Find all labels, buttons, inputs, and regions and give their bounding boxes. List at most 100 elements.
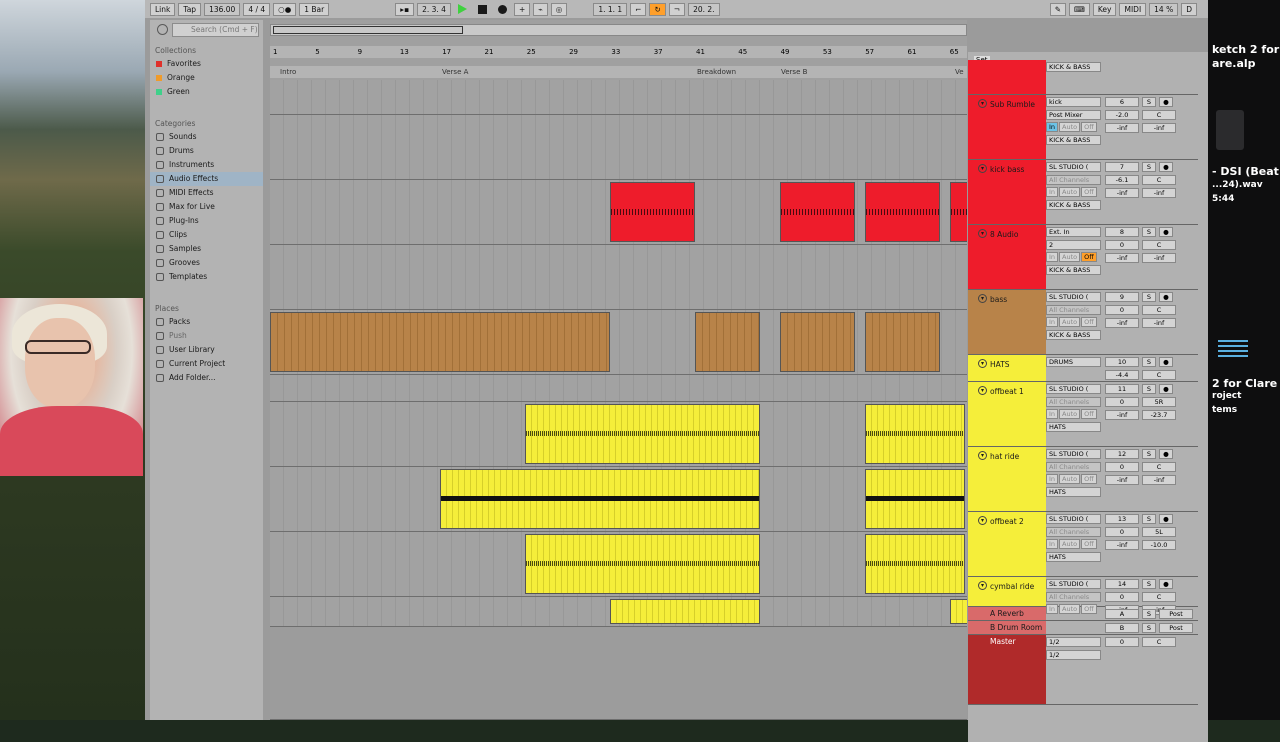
- pan-field[interactable]: C: [1142, 175, 1176, 185]
- stop-icon[interactable]: [477, 4, 487, 14]
- input-channel-dropdown[interactable]: All Channels: [1046, 304, 1101, 315]
- fold-icon[interactable]: ▾: [978, 99, 987, 108]
- category-item[interactable]: Templates: [150, 270, 263, 284]
- solo-button[interactable]: S: [1142, 227, 1156, 237]
- desktop-file-label[interactable]: 2 for Clare: [1212, 377, 1277, 390]
- output-dropdown[interactable]: KICK & BASS: [1046, 199, 1101, 210]
- project-folder-icon[interactable]: [1218, 340, 1248, 360]
- midi-clip[interactable]: [695, 312, 760, 372]
- fold-icon[interactable]: ▾: [978, 516, 987, 525]
- audio-clip[interactable]: [440, 469, 760, 529]
- audio-clip[interactable]: [950, 599, 967, 624]
- return-name[interactable]: B Drum Room: [990, 623, 1042, 632]
- track-lane[interactable]: [270, 532, 967, 597]
- arm-button[interactable]: ●: [1159, 97, 1173, 107]
- fold-icon[interactable]: ▾: [978, 164, 987, 173]
- output-dropdown[interactable]: HATS: [1046, 486, 1101, 497]
- audio-clip[interactable]: [780, 182, 855, 242]
- solo-button[interactable]: S: [1142, 609, 1156, 619]
- solo-button[interactable]: S: [1142, 514, 1156, 524]
- pan-field[interactable]: C: [1142, 240, 1176, 250]
- track-name[interactable]: cymbal ride: [990, 582, 1034, 591]
- category-item[interactable]: Max for Live: [150, 200, 263, 214]
- track-header[interactable]: ▾ Sub Rumble: [968, 95, 1046, 159]
- tap-button[interactable]: Tap: [178, 2, 202, 16]
- solo-button[interactable]: S: [1142, 449, 1156, 459]
- track-activator[interactable]: 13: [1105, 514, 1139, 524]
- punch-out-button[interactable]: ¬: [668, 2, 686, 16]
- input-type-dropdown[interactable]: DRUMS: [1046, 357, 1101, 367]
- monitor-off-button[interactable]: Off: [1081, 122, 1097, 132]
- post-button[interactable]: Post: [1159, 623, 1193, 633]
- audio-clip[interactable]: [865, 182, 940, 242]
- track-header[interactable]: [968, 60, 1046, 94]
- output-dropdown[interactable]: KICK & BASS: [1046, 329, 1101, 340]
- monitor-auto-button[interactable]: Auto: [1059, 474, 1081, 484]
- audio-clip[interactable]: [865, 404, 965, 464]
- track-name[interactable]: offbeat 2: [990, 517, 1024, 526]
- solo-button[interactable]: S: [1142, 384, 1156, 394]
- mixer-track[interactable]: ▾ offbeat 2 SL STUDIO (All Channels In Auto O…: [968, 512, 1198, 577]
- arm-button[interactable]: ●: [1159, 162, 1173, 172]
- mixer-track[interactable]: ▾ bass SL STUDIO (All Channels In Auto Off KIC…: [968, 290, 1198, 355]
- locator-strip[interactable]: Intro Verse A Breakdown Verse B Ve: [270, 66, 967, 78]
- audio-clip[interactable]: [950, 182, 967, 242]
- return-activator[interactable]: B: [1105, 623, 1139, 633]
- mixer-track[interactable]: ▾ cymbal ride SL STUDIO (All Channels In Aut…: [968, 577, 1198, 615]
- mixer-track[interactable]: ▾ HATS DRUMS 10 S ● -4.4 C: [968, 355, 1198, 382]
- output-dropdown[interactable]: KICK & BASS: [1046, 134, 1101, 145]
- track-header[interactable]: ▾ offbeat 2: [968, 512, 1046, 576]
- input-channel-dropdown[interactable]: 2: [1046, 239, 1101, 250]
- track-name[interactable]: Sub Rumble: [990, 100, 1035, 109]
- automation-arm-button[interactable]: ⌁: [533, 2, 548, 16]
- monitor-auto-button[interactable]: Auto: [1059, 317, 1081, 327]
- solo-button[interactable]: S: [1142, 162, 1156, 172]
- return-lanes[interactable]: [270, 627, 967, 720]
- browser-search-input[interactable]: Search (Cmd + F): [157, 23, 259, 37]
- monitor-auto-button[interactable]: Auto: [1059, 187, 1081, 197]
- mixer-track[interactable]: ▾ kick bass SL STUDIO (All Channels In Auto O…: [968, 160, 1198, 225]
- track-name[interactable]: bass: [990, 295, 1007, 304]
- input-channel-dropdown[interactable]: Post Mixer: [1046, 109, 1101, 120]
- pan-field[interactable]: C: [1142, 462, 1176, 472]
- track-lane[interactable]: [270, 180, 967, 245]
- input-type-dropdown[interactable]: SL STUDIO (: [1046, 579, 1101, 589]
- master-track[interactable]: Master 1/2 1/2 0 C: [968, 635, 1198, 705]
- time-signature[interactable]: 4 / 4: [243, 2, 271, 16]
- fold-icon[interactable]: ▾: [978, 359, 987, 368]
- track-name[interactable]: HATS: [990, 360, 1010, 369]
- input-channel-dropdown[interactable]: All Channels: [1046, 396, 1101, 407]
- cue-out-dropdown[interactable]: 1/2: [1046, 637, 1101, 647]
- track-name[interactable]: offbeat 1: [990, 387, 1024, 396]
- place-item[interactable]: Add Folder...: [150, 371, 263, 385]
- master-pan[interactable]: C: [1142, 637, 1176, 647]
- locator-marker[interactable]: Breakdown: [697, 68, 736, 76]
- play-icon[interactable]: [457, 4, 467, 14]
- mixer-track[interactable]: KICK & BASS: [968, 60, 1198, 95]
- audio-clip[interactable]: [525, 534, 760, 594]
- collection-item[interactable]: Favorites: [150, 57, 263, 71]
- input-type-dropdown[interactable]: kick: [1046, 97, 1101, 107]
- midi-clip[interactable]: [865, 312, 940, 372]
- link-button[interactable]: Link: [150, 2, 176, 16]
- place-item[interactable]: Packs: [150, 315, 263, 329]
- return-header[interactable]: A Reverb: [968, 607, 1046, 620]
- input-type-dropdown[interactable]: SL STUDIO (: [1046, 449, 1101, 459]
- key-map-button[interactable]: Key: [1092, 2, 1117, 16]
- computer-keyboard-icon[interactable]: ⌨: [1069, 2, 1090, 16]
- volume-field[interactable]: 0: [1105, 397, 1139, 407]
- arm-button[interactable]: ●: [1159, 292, 1173, 302]
- metronome-button[interactable]: ○●: [273, 2, 297, 16]
- follow-button[interactable]: ▸▪: [395, 2, 415, 16]
- category-item[interactable]: Drums: [150, 144, 263, 158]
- quantize-menu[interactable]: 1 Bar: [299, 2, 330, 16]
- solo-button[interactable]: S: [1142, 623, 1156, 633]
- output-dropdown[interactable]: HATS: [1046, 421, 1101, 432]
- group-lane[interactable]: [270, 375, 967, 402]
- category-item[interactable]: Grooves: [150, 256, 263, 270]
- solo-button[interactable]: S: [1142, 357, 1156, 367]
- loop-button[interactable]: ↻: [649, 2, 666, 16]
- solo-button[interactable]: S: [1142, 292, 1156, 302]
- arm-button[interactable]: ●: [1159, 449, 1173, 459]
- post-button[interactable]: Post: [1159, 609, 1193, 619]
